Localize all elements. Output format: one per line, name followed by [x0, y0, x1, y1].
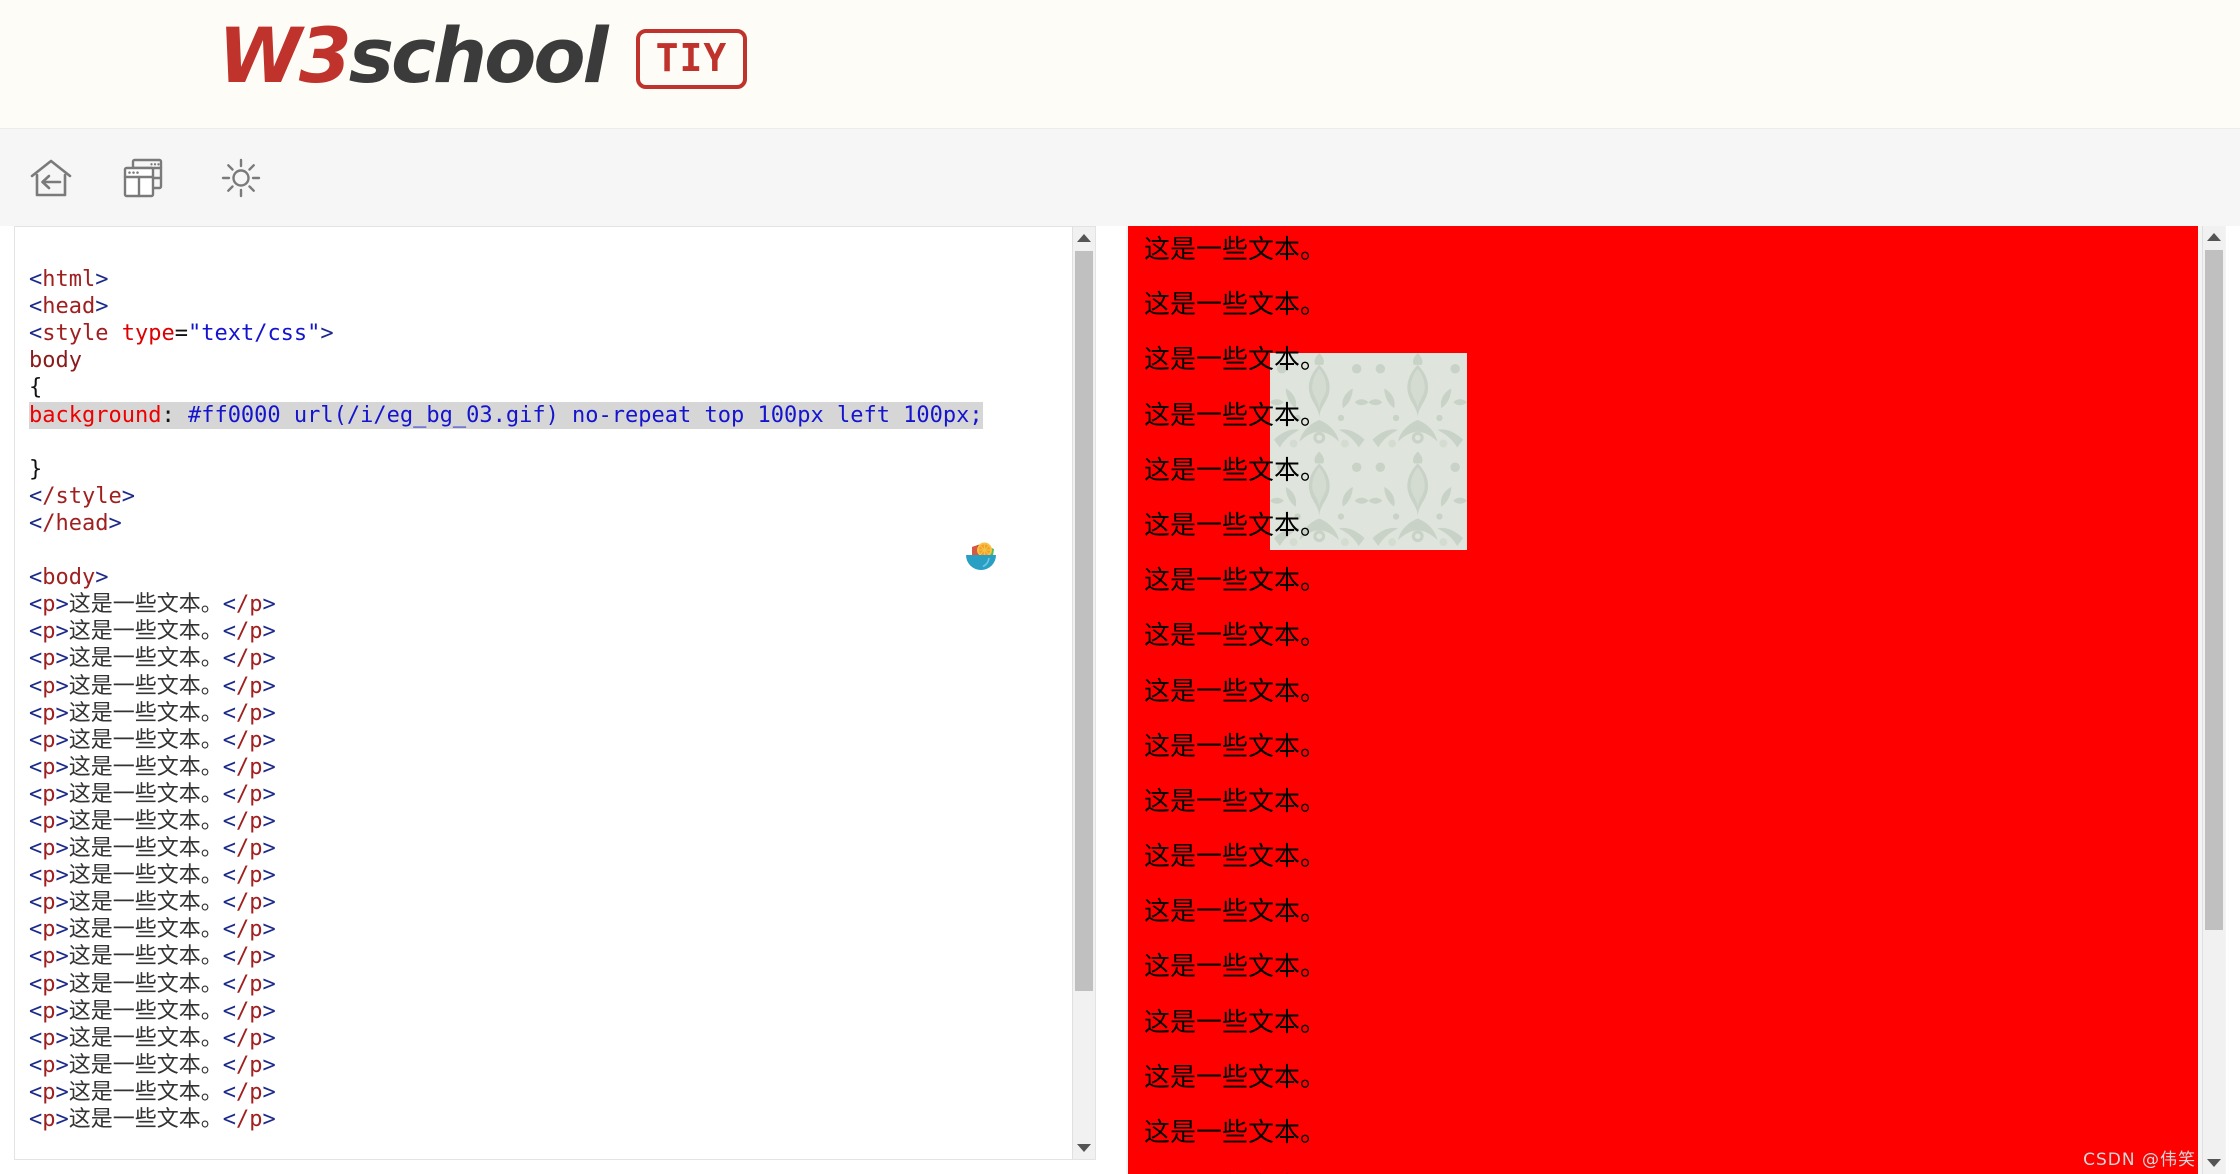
watermark-text: CSDN @伟笑 [2083, 1150, 2196, 1170]
preview-scroll-down-arrow[interactable] [2203, 1152, 2225, 1174]
editor-scroll-up-arrow[interactable] [1073, 227, 1095, 249]
preview-canvas: 这是一些文本。 这是一些文本。 这是一些文本。 这是一些文本。 这是一些文本。 这是一些文… [1128, 226, 2198, 1174]
code-line: } [29, 456, 43, 482]
preview-paragraph: 这是一些文本。 [1144, 1118, 1327, 1148]
code-line: body [29, 348, 82, 374]
code-line: <p>这是一些文本。</p> [29, 619, 276, 645]
logo-wordmark: W3school [218, 18, 609, 94]
preview-paragraph: 这是一些文本。 [1144, 400, 1327, 431]
preview-scrollbar[interactable] [2202, 226, 2225, 1174]
code-line: <p>这是一些文本。</p> [29, 646, 276, 672]
code-line: <p>这是一些文本。</p> [29, 890, 276, 916]
code-line: <html> [29, 267, 109, 293]
header-bar: W3school TIY [0, 0, 2240, 128]
preview-paragraph: 这是一些文本。 [1144, 676, 1327, 707]
code-line: <p>这是一些文本。</p> [29, 673, 276, 699]
code-line: <p>这是一些文本。</p> [29, 592, 276, 618]
code-line: <p>这是一些文本。</p> [29, 863, 276, 889]
code-line: <p>这是一些文本。</p> [29, 1052, 276, 1078]
preview-paragraph: 这是一些文本。 [1144, 235, 1327, 265]
code-line-highlighted: background: #ff0000 url(/i/eg_bg_03.gif)… [29, 401, 983, 429]
sun-icon[interactable] [210, 147, 272, 209]
code-line: <p>这是一些文本。</p> [29, 917, 276, 943]
preview-paragraph: 这是一些文本。 [1144, 897, 1327, 928]
preview-paragraph: 这是一些文本。 [1144, 510, 1327, 541]
preview-pane: 这是一些文本。 这是一些文本。 这是一些文本。 这是一些文本。 这是一些文本。 这是一些文… [1126, 226, 2226, 1174]
code-line: <p>这是一些文本。</p> [29, 944, 276, 970]
editor-scroll-down-arrow[interactable] [1073, 1137, 1095, 1159]
preview-paragraph: 这是一些文本。 [1128, 1164, 2198, 1174]
panels-row: <html> <head> <style type="text/css"> body{… [0, 226, 2240, 1174]
home-back-icon[interactable] [20, 147, 82, 209]
fruit-bowl-icon [959, 530, 1003, 574]
logo-w3: W3 [218, 11, 352, 100]
code-line: { [29, 375, 43, 401]
tiy-badge: TIY [635, 29, 748, 89]
preview-paragraph: 这是一些文本。 [1144, 621, 1327, 652]
toolbar: 运行代码 [0, 128, 2240, 333]
code-editor-content[interactable]: <html> <head> <style type="text/css"> body{… [15, 227, 1075, 1159]
code-line: <p>这是一些文本。</p> [29, 998, 276, 1024]
code-line: <head> [29, 294, 109, 320]
preview-paragraph: 这是一些文本。 [1144, 1007, 1327, 1038]
preview-paragraph: 这是一些文本。 [1144, 842, 1327, 873]
preview-paragraph: 这是一些文本。 [1144, 731, 1327, 762]
editor-scroll-thumb[interactable] [1075, 251, 1093, 991]
code-line: <p>这是一些文本。</p> [29, 1025, 276, 1051]
code-line: <p>这是一些文本。</p> [29, 836, 276, 862]
preview-paragraph: 这是一些文本。 [1144, 566, 1327, 597]
preview-paragraph-list: 这是一些文本。 这是一些文本。 这是一些文本。 这是一些文本。 这是一些文本。 这是一些文… [1128, 226, 2198, 1174]
w3school-logo[interactable]: W3school TIY [218, 18, 748, 94]
window-layout-icon[interactable] [112, 147, 174, 209]
code-line: <p>这是一些文本。</p> [29, 727, 276, 753]
code-line: <p>这是一些文本。</p> [29, 754, 276, 780]
code-line: <p>这是一些文本。</p> [29, 700, 276, 726]
preview-scroll-thumb[interactable] [2205, 250, 2223, 930]
code-line: <p>这是一些文本。</p> [29, 808, 276, 834]
code-line: <p>这是一些文本。</p> [29, 971, 276, 997]
logo-school: school [348, 11, 609, 100]
code-line: <p>这是一些文本。</p> [29, 1079, 276, 1105]
preview-scroll-up-arrow[interactable] [2203, 226, 2225, 248]
preview-paragraph: 这是一些文本。 [1144, 290, 1327, 321]
preview-paragraph: 这是一些文本。 [1144, 952, 1327, 983]
code-line: </head> [29, 510, 122, 536]
code-line: <body> [29, 565, 109, 591]
preview-paragraph: 这是一些文本。 [1144, 786, 1327, 817]
code-line: <p>这是一些文本。</p> [29, 781, 276, 807]
editor-scrollbar[interactable] [1072, 227, 1095, 1159]
code-editor-pane[interactable]: <html> <head> <style type="text/css"> body{… [14, 226, 1096, 1160]
code-line: <style type="text/css"> [29, 321, 334, 347]
code-line: </style> [29, 483, 135, 509]
code-line: <p>这是一些文本。</p> [29, 1107, 276, 1132]
preview-paragraph: 这是一些文本。 [1144, 455, 1327, 486]
preview-paragraph: 这是一些文本。 [1144, 345, 1327, 376]
preview-paragraph: 这是一些文本。 [1144, 1062, 1327, 1093]
